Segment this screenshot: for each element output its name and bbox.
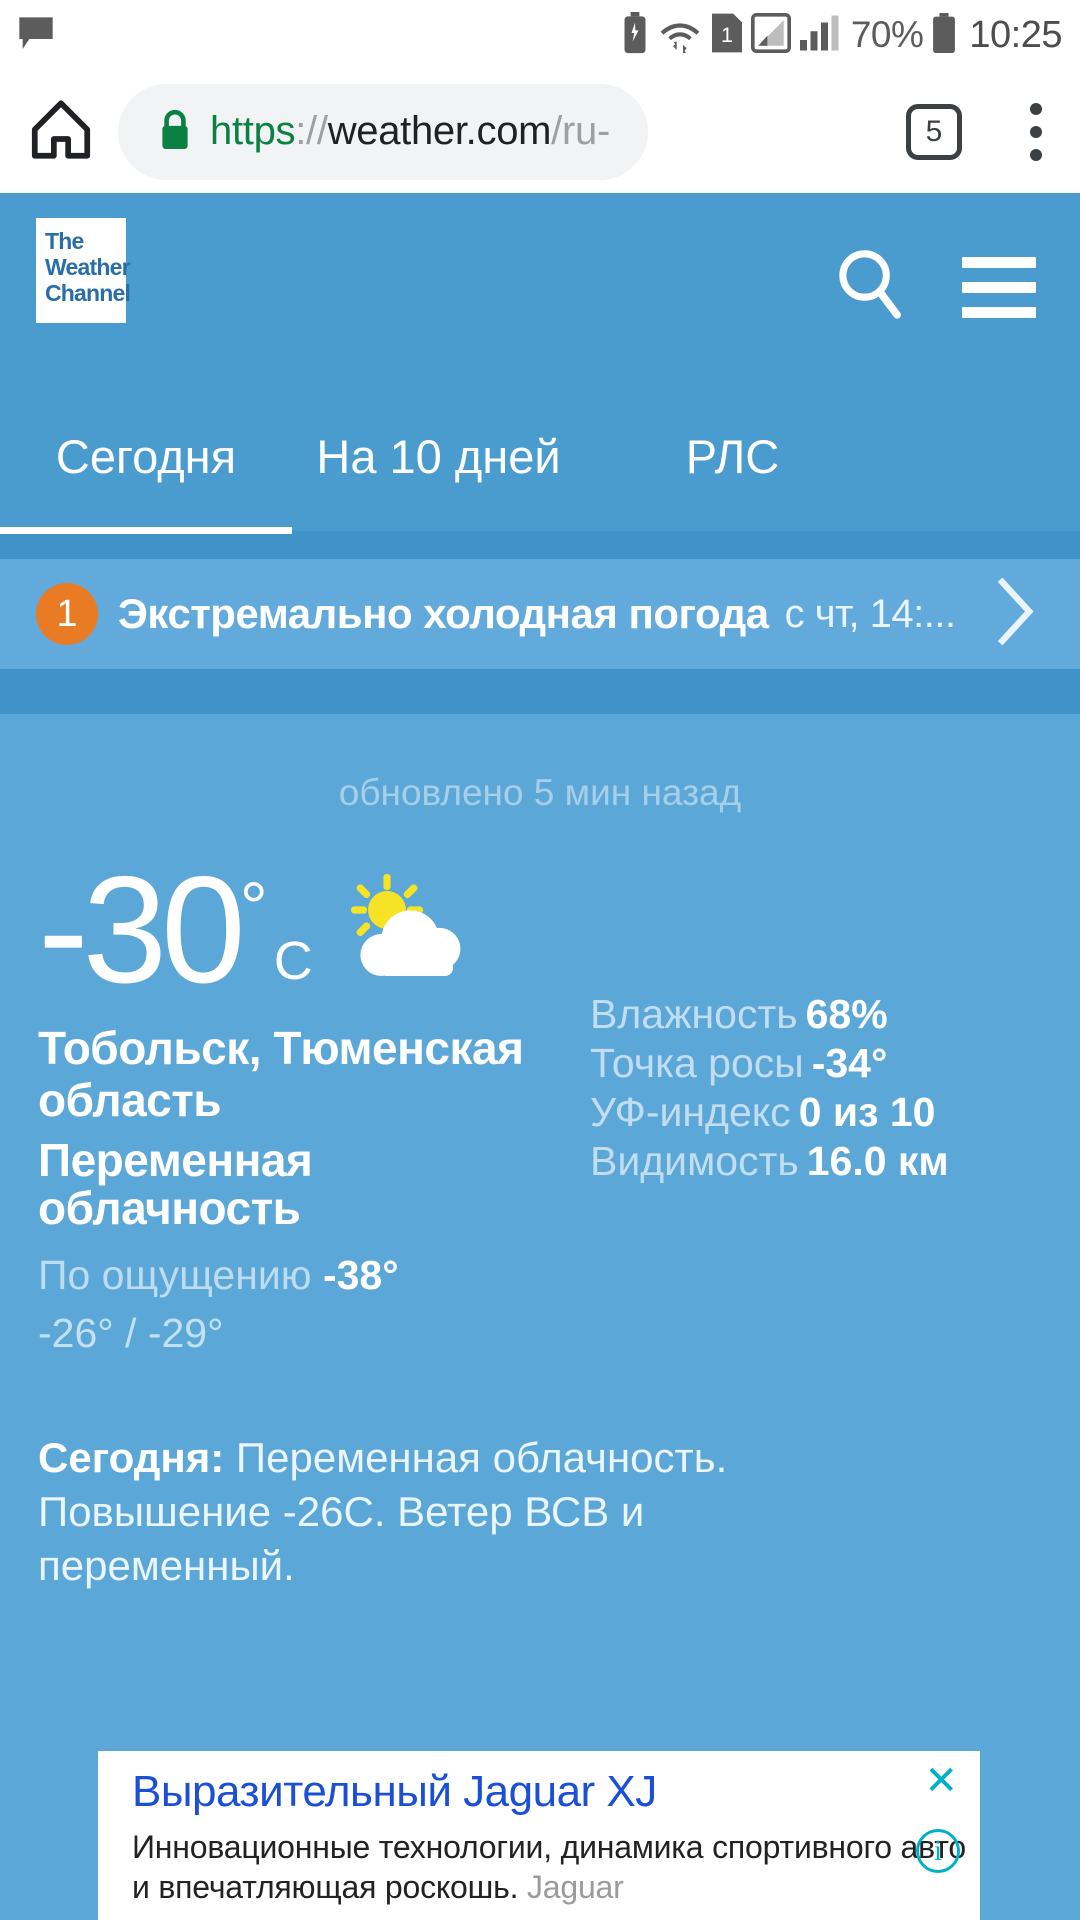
stat-dew-point-value: -34°: [811, 1040, 888, 1086]
alert-title: Экстремально холодная погода: [118, 590, 769, 637]
wifi-icon: [657, 12, 703, 59]
tab-today-label: Сегодня: [55, 430, 237, 483]
conditions-grid: -30 ° C Тобольск, Тюменская область Пере…: [0, 814, 1080, 1357]
condition-text: Переменная облачность: [38, 1134, 313, 1234]
signal-bars-icon: [799, 12, 842, 59]
conditions-primary: -30 ° C Тобольск, Тюменская область Пере…: [0, 845, 580, 1357]
lock-icon: [158, 108, 192, 155]
battery-icon: [932, 12, 956, 58]
hamburger-line: [962, 282, 1036, 293]
android-status-bar: 1 70% 10:25: [0, 0, 1080, 70]
hamburger-line: [962, 307, 1036, 318]
partly-cloudy-day-icon: [337, 872, 473, 987]
nav-tabs: Сегодня На 10 дней РЛС: [0, 421, 1080, 534]
close-icon[interactable]: ✕: [924, 1761, 958, 1801]
current-temperature: -30: [38, 845, 246, 1015]
stat-visibility-label: Видимость: [590, 1138, 799, 1184]
tab-radar-label: РЛС: [685, 430, 780, 483]
logo-line-2: Weather: [45, 254, 131, 280]
overflow-menu-icon[interactable]: [1030, 102, 1042, 161]
clock-label: 10:25: [969, 13, 1062, 56]
location-name: Тобольск, Тюменская область: [38, 1022, 524, 1126]
home-icon[interactable]: [30, 98, 92, 165]
message-bubble-icon: [16, 14, 56, 59]
url-path: /ru-: [551, 109, 610, 153]
alert-count-label: 1: [56, 592, 78, 635]
stat-humidity-value: 68%: [805, 991, 888, 1037]
current-conditions: обновлено 5 мин назад -30 ° C Тобольск, …: [0, 714, 1080, 1603]
stat-uv-index-value: 0 из 10: [798, 1089, 936, 1135]
alert-count-badge: 1: [36, 583, 98, 645]
stat-dew-point: Точка росы -34°: [590, 1039, 949, 1088]
stat-visibility-value: 16.0 км: [806, 1138, 949, 1184]
tab-today[interactable]: Сегодня: [0, 421, 292, 534]
feels-like-row: По ощущению -38°: [38, 1250, 580, 1300]
stat-visibility: Видимость 16.0 км: [590, 1137, 949, 1186]
search-icon[interactable]: [834, 247, 906, 328]
narrative-day-label: Сегодня:: [38, 1434, 225, 1481]
url-scheme: https: [210, 109, 296, 153]
stat-uv-index: УФ-индекс 0 из 10: [590, 1088, 949, 1137]
header-divider-band: [0, 531, 1080, 559]
menu-dot: [1030, 125, 1042, 138]
chevron-right-icon[interactable]: [994, 575, 1038, 654]
info-label: i: [933, 1834, 943, 1867]
high-low-temps: -26° / -29°: [38, 1310, 224, 1356]
logo-line-1: The: [45, 228, 84, 254]
browser-toolbar: https://weather.com/ru- 5: [0, 70, 1080, 193]
stat-uv-index-label: УФ-индекс: [590, 1089, 791, 1135]
stat-humidity-label: Влажность: [590, 991, 798, 1037]
site-header: The Weather Channel: [0, 193, 1080, 421]
sim-card-icon: 1: [711, 13, 742, 58]
stat-dew-point-label: Точка росы: [590, 1040, 804, 1086]
menu-dot: [1030, 102, 1042, 115]
forecast-narrative: Сегодня: Переменная облачность. Повышени…: [0, 1357, 900, 1593]
battery-percent-label: 70%: [850, 14, 924, 55]
feels-like-value: -38°: [322, 1252, 399, 1298]
signal-off-icon: [750, 12, 791, 59]
url-text: https://weather.com/ru-: [210, 109, 610, 154]
weather-channel-logo[interactable]: The Weather Channel: [36, 218, 131, 323]
url-host: weather.com: [327, 109, 552, 153]
svg-text:1: 1: [721, 23, 733, 46]
menu-dot: [1030, 148, 1042, 161]
ad-brand-label: Jaguar: [526, 1869, 624, 1905]
header-actions: [834, 247, 1036, 328]
temperature-unit: C: [273, 931, 313, 991]
conditions-stats: Влажность 68% Точка росы -34° УФ-индекс 0 и…: [580, 866, 949, 1357]
temperature-row: -30 ° C: [38, 845, 580, 1015]
url-separator: ://: [295, 109, 328, 153]
weather-alert-banner[interactable]: 1 Экстремально холодная погода с чт, 14:…: [0, 559, 1080, 669]
ad-banner[interactable]: Выразительный Jaguar XJ Инновационные те…: [98, 1751, 980, 1920]
tab-switcher-button[interactable]: 5: [906, 103, 962, 160]
alert-time: с чт, 14:...: [784, 591, 957, 636]
feels-like-label: По ощущению: [38, 1252, 312, 1298]
ad-description: Инновационные технологии, динамика спорт…: [98, 1817, 980, 1907]
stat-humidity: Влажность 68%: [590, 990, 949, 1039]
tab-radar[interactable]: РЛС: [585, 421, 880, 484]
degree-symbol: °: [239, 868, 268, 946]
status-bar-icons: 1 70% 10:25: [622, 0, 1062, 70]
battery-saver-icon: [622, 11, 648, 59]
tab-ten-day-label: На 10 дней: [316, 430, 561, 483]
info-icon[interactable]: i: [916, 1829, 960, 1873]
ad-title[interactable]: Выразительный Jaguar XJ: [98, 1751, 980, 1817]
tab-ten-day[interactable]: На 10 дней: [292, 421, 585, 484]
alert-divider-band: [0, 669, 1080, 714]
tab-count-label: 5: [925, 114, 943, 148]
close-label: ✕: [924, 1759, 958, 1803]
last-updated-label: обновлено 5 мин назад: [338, 772, 742, 813]
address-bar[interactable]: https://weather.com/ru-: [118, 83, 648, 180]
hamburger-menu-icon[interactable]: [962, 257, 1036, 318]
logo-line-3: Channel: [45, 280, 131, 306]
hamburger-line: [962, 257, 1036, 268]
